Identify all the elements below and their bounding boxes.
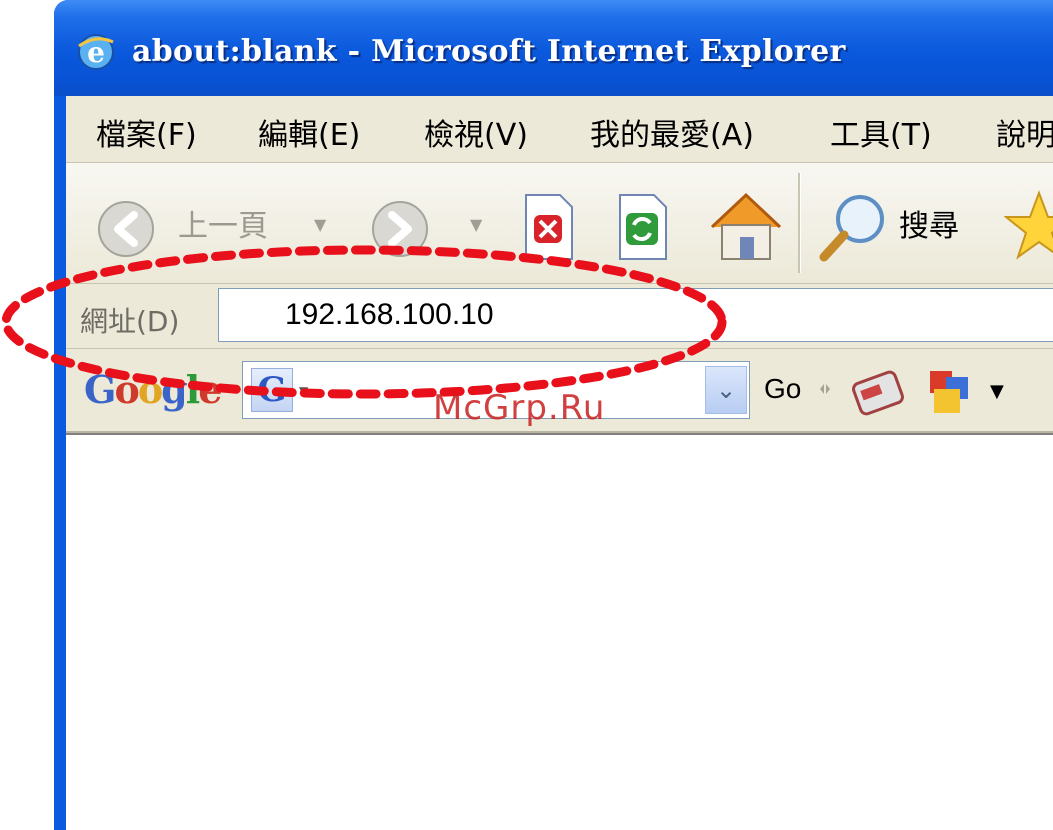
menu-view[interactable]: 檢視(V) bbox=[424, 110, 528, 154]
menu-edit[interactable]: 編輯(E) bbox=[258, 110, 360, 154]
menu-bar: 檔案(F) 編輯(E) 檢視(V) 我的最愛(A) 工具(T) 說明 bbox=[66, 96, 1053, 163]
menu-favorites[interactable]: 我的最愛(A) bbox=[590, 110, 754, 154]
back-history-dropdown-icon[interactable]: ▼ bbox=[314, 215, 326, 234]
window-title: about:blank - Microsoft Internet Explore… bbox=[132, 34, 846, 69]
address-bar: 網址(D) bbox=[66, 284, 1053, 349]
menu-help[interactable]: 說明 bbox=[996, 110, 1053, 154]
stop-icon[interactable] bbox=[518, 191, 578, 263]
pagerank-icon[interactable] bbox=[848, 365, 908, 419]
search-button-label[interactable]: 搜尋 bbox=[899, 201, 959, 245]
refresh-icon[interactable] bbox=[612, 191, 674, 263]
popup-blocker-icon[interactable] bbox=[924, 363, 976, 419]
google-menu-arrow-icon[interactable]: ▼ bbox=[299, 384, 308, 398]
watermark-text: McGrp.Ru bbox=[433, 388, 606, 428]
page-content-area[interactable] bbox=[66, 433, 1053, 830]
home-icon[interactable] bbox=[706, 187, 786, 263]
internet-explorer-icon: e bbox=[78, 34, 114, 70]
google-search-dropdown-button[interactable]: ⌄ bbox=[705, 366, 747, 414]
address-label: 網址(D) bbox=[80, 305, 180, 338]
google-logo: Google bbox=[84, 367, 222, 412]
menu-tools[interactable]: 工具(T) bbox=[830, 110, 932, 154]
back-button-label[interactable]: 上一頁 bbox=[178, 201, 268, 245]
google-go-button[interactable]: Go bbox=[764, 373, 801, 405]
address-input[interactable] bbox=[218, 288, 1053, 342]
favorites-star-icon[interactable] bbox=[1004, 187, 1053, 263]
title-bar[interactable]: e about:blank - Microsoft Internet Explo… bbox=[54, 0, 1053, 96]
back-arrow-icon[interactable] bbox=[96, 199, 170, 259]
standard-toolbar: 上一頁 ▼ ▼ 搜尋 bbox=[66, 163, 1053, 284]
browser-client-area: 檔案(F) 編輯(E) 檢視(V) 我的最愛(A) 工具(T) 說明 上一頁 ▼… bbox=[66, 96, 1053, 830]
search-icon[interactable] bbox=[816, 189, 892, 265]
forward-history-dropdown-icon[interactable]: ▼ bbox=[470, 215, 482, 234]
options-dropdown-icon[interactable]: ▼ bbox=[990, 381, 1004, 402]
toolbar-separator bbox=[798, 173, 801, 273]
google-g-icon[interactable]: G bbox=[251, 368, 293, 412]
resize-grip-icon[interactable] bbox=[818, 379, 832, 399]
forward-arrow-icon[interactable] bbox=[370, 199, 436, 259]
menu-file[interactable]: 檔案(F) bbox=[96, 110, 197, 154]
